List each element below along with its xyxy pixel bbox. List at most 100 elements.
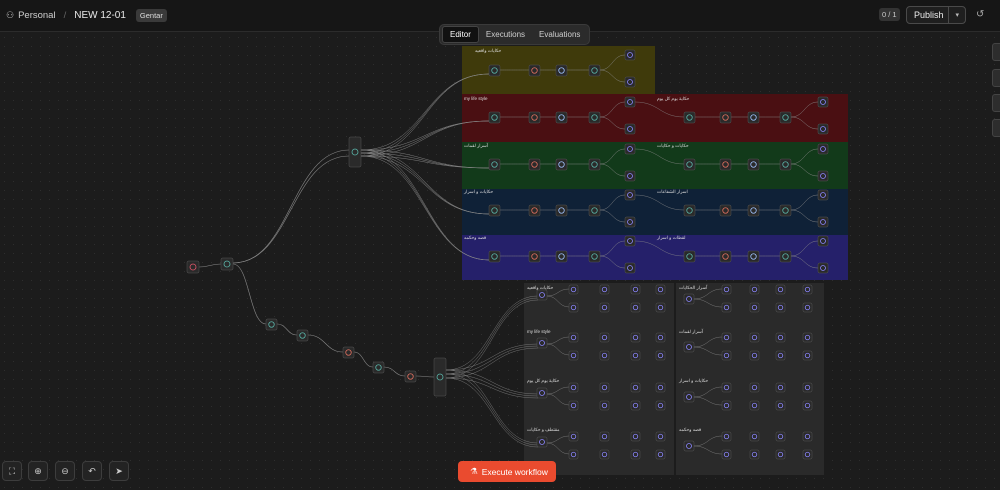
http-node[interactable]: [630, 332, 641, 343]
switch-node[interactable]: [683, 111, 696, 124]
switch-node[interactable]: [296, 329, 309, 342]
http-node[interactable]: [721, 449, 732, 460]
switch-node[interactable]: [683, 204, 696, 217]
undo-icon[interactable]: ↶: [82, 461, 102, 481]
workflow-name[interactable]: NEW 12-01: [74, 10, 126, 21]
api-node[interactable]: [719, 111, 732, 124]
http-node[interactable]: [568, 350, 579, 361]
code-node[interactable]: [555, 64, 568, 77]
switch-node[interactable]: [779, 204, 792, 217]
http-node[interactable]: [721, 302, 732, 313]
http-node[interactable]: [630, 302, 641, 313]
switch-node[interactable]: [488, 64, 501, 77]
chevron-down-icon[interactable]: ▾: [948, 7, 965, 23]
http-node[interactable]: [568, 431, 579, 442]
execute-workflow-button[interactable]: ⚗ Execute workflow: [458, 461, 556, 482]
workflow-tag[interactable]: Gentar: [135, 9, 167, 22]
http-node[interactable]: [749, 302, 760, 313]
http-node[interactable]: [655, 382, 666, 393]
http-node[interactable]: [624, 262, 636, 274]
publish-button[interactable]: Publish ▾: [906, 6, 966, 24]
tab-editor[interactable]: Editor: [442, 26, 479, 43]
http-node[interactable]: [802, 400, 813, 411]
switch-node[interactable]: [683, 250, 696, 263]
http-node[interactable]: [655, 302, 666, 313]
http-node[interactable]: [749, 332, 760, 343]
http-node[interactable]: [536, 387, 548, 399]
http-node[interactable]: [568, 382, 579, 393]
http-node[interactable]: [749, 350, 760, 361]
http-node[interactable]: [775, 350, 786, 361]
http-node[interactable]: [775, 332, 786, 343]
http-node[interactable]: [624, 170, 636, 182]
trigger-node[interactable]: [186, 260, 200, 274]
switch-node[interactable]: [488, 111, 501, 124]
http-node[interactable]: [802, 302, 813, 313]
switch-node[interactable]: [588, 204, 601, 217]
switch-node[interactable]: [779, 111, 792, 124]
http-node[interactable]: [624, 143, 636, 155]
http-node[interactable]: [624, 123, 636, 135]
http-node[interactable]: [568, 449, 579, 460]
http-node[interactable]: [802, 449, 813, 460]
http-node[interactable]: [775, 400, 786, 411]
http-node[interactable]: [624, 76, 636, 88]
http-node[interactable]: [817, 262, 829, 274]
http-node[interactable]: [630, 350, 641, 361]
http-node[interactable]: [624, 49, 636, 61]
http-node[interactable]: [721, 382, 732, 393]
http-node[interactable]: [802, 431, 813, 442]
tab-evaluations[interactable]: Evaluations: [532, 27, 587, 42]
sticky-note-button[interactable]: [992, 94, 1000, 112]
http-node[interactable]: [599, 302, 610, 313]
search-nodes-button[interactable]: [992, 69, 1000, 87]
http-node[interactable]: [568, 284, 579, 295]
http-node[interactable]: [655, 332, 666, 343]
http-node[interactable]: [599, 382, 610, 393]
code-node[interactable]: [747, 158, 760, 171]
http-node[interactable]: [721, 350, 732, 361]
workflow-canvas[interactable]: حکایات واقعیه my life style آسرار لقمات …: [0, 33, 1000, 490]
http-node[interactable]: [721, 284, 732, 295]
http-node[interactable]: [655, 284, 666, 295]
history-icon[interactable]: ↺: [976, 9, 984, 20]
http-node[interactable]: [817, 216, 829, 228]
http-node[interactable]: [655, 350, 666, 361]
http-node[interactable]: [775, 284, 786, 295]
http-node[interactable]: [568, 332, 579, 343]
http-node[interactable]: [775, 382, 786, 393]
switch-node[interactable]: [588, 64, 601, 77]
http-node[interactable]: [817, 123, 829, 135]
http-node[interactable]: [749, 400, 760, 411]
api-node[interactable]: [719, 158, 732, 171]
code-node[interactable]: [747, 111, 760, 124]
switch-node[interactable]: [779, 158, 792, 171]
http-node[interactable]: [817, 235, 829, 247]
http-node[interactable]: [775, 449, 786, 460]
http-node[interactable]: [655, 449, 666, 460]
http-node[interactable]: [599, 431, 610, 442]
http-node[interactable]: [568, 302, 579, 313]
http-node[interactable]: [536, 436, 548, 448]
api-node[interactable]: [528, 111, 541, 124]
http-node[interactable]: [599, 400, 610, 411]
http-node[interactable]: [683, 293, 695, 305]
api-node[interactable]: [719, 204, 732, 217]
http-node[interactable]: [599, 284, 610, 295]
api-node[interactable]: [528, 250, 541, 263]
http-node[interactable]: [683, 391, 695, 403]
http-node[interactable]: [683, 440, 695, 452]
http-node[interactable]: [802, 350, 813, 361]
code-node[interactable]: [555, 111, 568, 124]
http-node[interactable]: [624, 216, 636, 228]
http-node[interactable]: [536, 289, 548, 301]
ai-assistant-button[interactable]: [992, 119, 1000, 137]
http-node[interactable]: [817, 170, 829, 182]
api-node[interactable]: [528, 204, 541, 217]
http-node[interactable]: [817, 189, 829, 201]
code-node[interactable]: [747, 204, 760, 217]
http-node[interactable]: [630, 400, 641, 411]
http-node[interactable]: [655, 400, 666, 411]
switch-node[interactable]: [588, 158, 601, 171]
tab-executions[interactable]: Executions: [479, 27, 532, 42]
